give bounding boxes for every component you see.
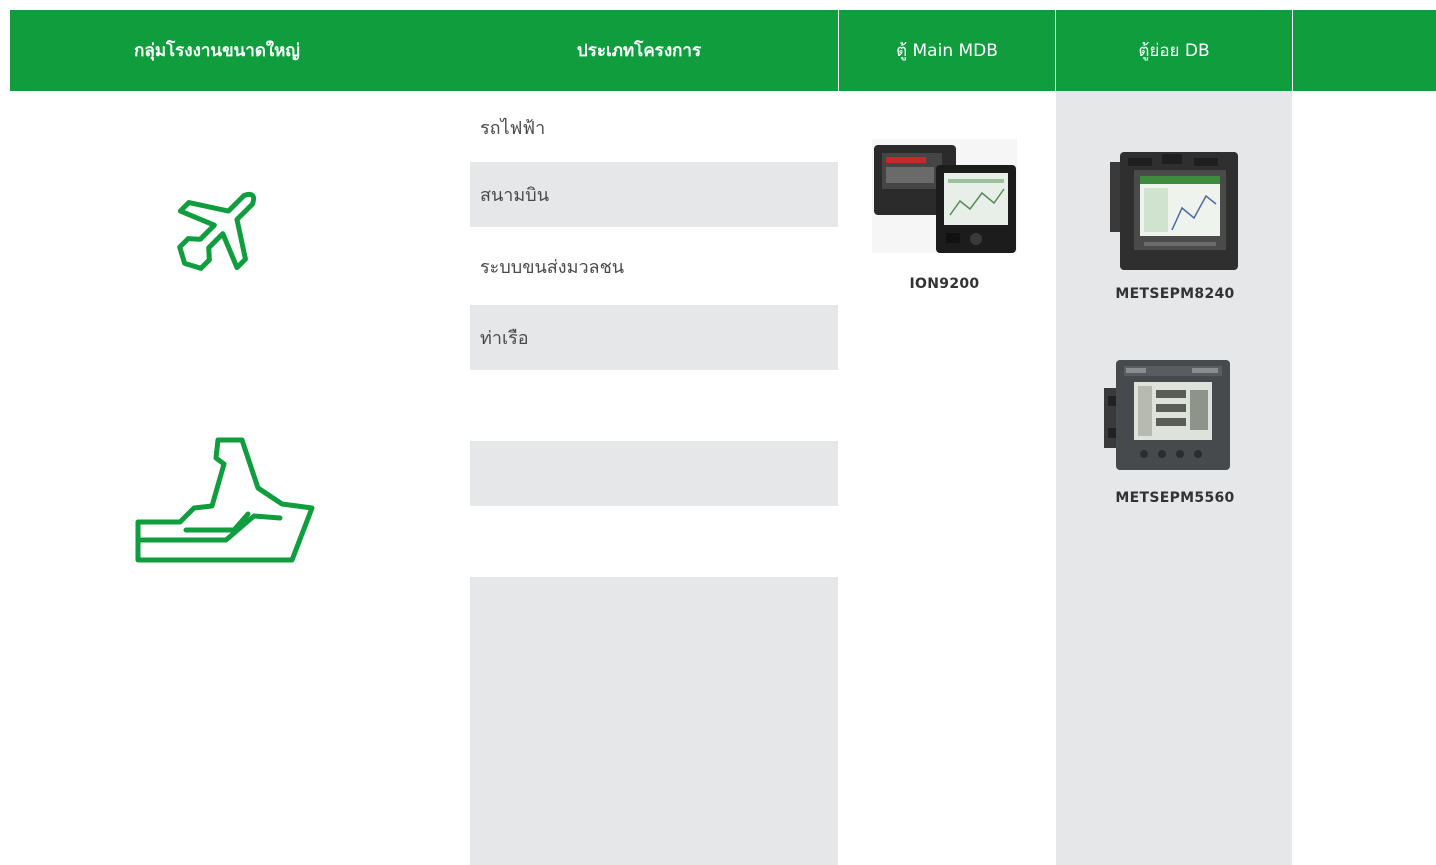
product-model-label: ION9200 [909,276,980,292]
header-col-project-type: ประเภทโครงการ [576,41,702,61]
header-col-group: กลุ่มโรงงานขนาดใหญ่ [134,41,300,61]
pm8240-product-image [1110,152,1240,270]
project-type-row [470,510,838,572]
pm5560-product-image [1104,360,1230,470]
project-type-row: ระบบขนส่งมวลชน [470,235,838,297]
table-header: กลุ่มโรงงานขนาดใหญ่ ประเภทโครงการ ตู้ Ma… [10,10,1436,91]
header-col-sub-db: ตู้ย่อย DB [1138,41,1210,61]
project-type-label: ระบบขนส่งมวลชน [480,256,625,278]
ship-icon [130,436,320,566]
project-type-label: ท่าเรือ [480,328,529,349]
project-type-row [470,374,838,436]
product-model-label: METSEPM8240 [1115,286,1235,302]
project-type-label: รถไฟฟ้า [480,117,546,139]
header-col-main-mdb: ตู้ Main MDB [896,41,998,61]
ion9200-product-image [872,139,1017,253]
project-type-row: ท่าเรือ [470,305,838,370]
project-type-row [470,577,838,865]
airplane-icon [160,168,280,288]
product-selection-table: กลุ่มโรงงานขนาดใหญ่ ประเภทโครงการ ตู้ Ma… [0,0,1436,865]
project-type-row: สนามบิน [470,162,838,227]
header-col-extra [1293,10,1436,91]
project-type-label: สนามบิน [480,185,549,206]
product-model-label: METSEPM5560 [1115,490,1235,506]
project-type-row: รถไฟฟ้า [470,96,838,158]
project-type-row [470,441,838,506]
